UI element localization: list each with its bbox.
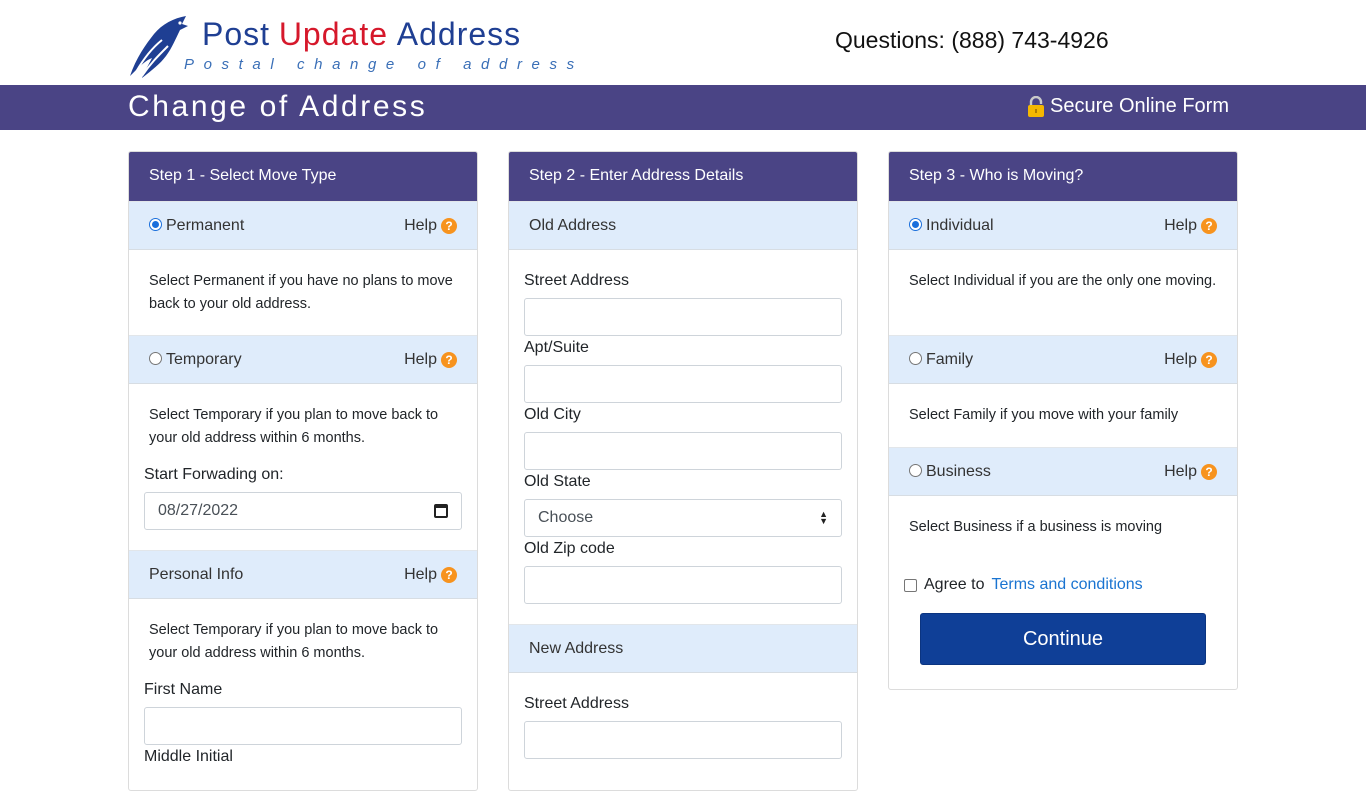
lock-icon [1028,95,1045,117]
old-zip-input[interactable] [524,566,842,604]
temporary-radio[interactable] [149,352,162,365]
help-link-business[interactable]: Help ? [1164,463,1217,481]
help-icon: ? [441,566,457,583]
agree-text: Agree to [924,576,985,593]
old-state-label: Old State [524,473,591,490]
step1-title: Step 1 - Select Move Type [129,152,477,201]
business-label: Business [926,462,991,480]
option-permanent[interactable]: Permanent Help ? [129,201,477,250]
terms-agreement: Agree to Terms and conditions [904,576,1143,594]
business-description: Select Business if a business is moving [909,519,1163,535]
old-apt-input[interactable] [524,365,842,403]
terms-checkbox[interactable] [904,578,917,592]
help-label: Help [1164,216,1197,234]
business-radio[interactable] [909,464,922,477]
old-city-input[interactable] [524,432,842,470]
step3-title: Step 3 - Who is Moving? [889,152,1237,201]
logo-title: Post Update Address [202,16,521,53]
new-address-section: New Address [509,624,857,673]
option-business[interactable]: Business Help ? [889,447,1237,496]
help-icon: ? [1201,351,1217,368]
old-zip-label: Old Zip code [524,540,615,557]
logo-tagline: Postal change of address [184,56,584,73]
first-name-label: First Name [144,681,223,698]
individual-description: Select Individual if you are the only on… [909,273,1217,289]
help-link-temporary[interactable]: Help ? [404,351,457,369]
individual-label: Individual [926,216,994,234]
logo-word-address: Address [396,16,522,52]
help-label: Help [404,216,437,234]
page-banner: Change of Address Secure Online Form [0,85,1366,130]
old-city-label: Old City [524,406,581,423]
family-label: Family [926,350,974,368]
help-icon: ? [441,351,457,368]
first-name-input[interactable] [144,707,462,745]
secure-form-label: Secure Online Form [1050,95,1229,117]
help-label: Help [404,565,437,583]
old-address-label: Old Address [529,216,617,234]
personal-info-description: Select Temporary if you plan to move bac… [149,622,439,661]
new-street-input[interactable] [524,721,842,759]
calendar-icon[interactable] [434,504,448,518]
help-link-permanent[interactable]: Help ? [404,217,457,235]
logo-word-post: Post [202,16,271,52]
step1-card: Step 1 - Select Move Type Permanent Help… [128,151,478,791]
family-radio[interactable] [909,352,922,365]
old-address-section: Old Address [509,201,857,250]
secure-form-indicator: Secure Online Form [1026,95,1229,118]
permanent-label: Permanent [166,216,245,234]
logo-word-update: Update [278,16,388,52]
help-link-individual[interactable]: Help ? [1164,217,1217,235]
site-logo[interactable]: Post Update Address Postal change of add… [128,14,578,82]
temporary-description: Select Temporary if you plan to move bac… [149,407,439,446]
help-icon: ? [441,217,457,234]
start-forwarding-label: Start Forwading on: [144,466,284,483]
start-forwarding-date-input[interactable]: 08/27/2022 [144,492,462,530]
page-title: Change of Address [128,90,428,123]
personal-info-label: Personal Info [149,565,244,583]
old-street-label: Street Address [524,272,629,289]
middle-initial-label: Middle Initial [144,748,233,765]
start-forwarding-value: 08/27/2022 [158,502,239,519]
old-street-input[interactable] [524,298,842,336]
support-phone: Questions: (888) 743-4926 [835,27,1109,53]
step2-card: Step 2 - Enter Address Details Old Addre… [508,151,858,791]
personal-info-section: Personal Info Help ? [129,550,477,599]
help-label: Help [1164,462,1197,480]
help-link-family[interactable]: Help ? [1164,351,1217,369]
site-header: Post Update Address Postal change of add… [0,0,1366,85]
step3-card: Step 3 - Who is Moving? Individual Help … [888,151,1238,690]
individual-radio[interactable] [909,218,922,231]
old-state-select[interactable]: Choose ▲ ▼ [524,499,842,537]
temporary-label: Temporary [166,350,242,368]
help-label: Help [1164,350,1197,368]
old-apt-label: Apt/Suite [524,339,589,356]
help-icon: ? [1201,217,1217,234]
new-street-label: Street Address [524,695,629,712]
new-address-label: New Address [529,639,624,657]
permanent-description: Select Permanent if you have no plans to… [149,273,453,312]
select-arrows-icon: ▲ ▼ [819,509,828,526]
old-state-selected: Choose [538,509,594,526]
terms-link[interactable]: Terms and conditions [991,576,1142,594]
help-label: Help [404,350,437,368]
family-description: Select Family if you move with your fami… [909,407,1179,423]
option-family[interactable]: Family Help ? [889,335,1237,384]
help-link-personal-info[interactable]: Help ? [404,566,457,584]
option-temporary[interactable]: Temporary Help ? [129,335,477,384]
continue-button[interactable]: Continue [920,613,1206,665]
help-icon: ? [1201,463,1217,480]
permanent-radio[interactable] [149,218,162,231]
step2-title: Step 2 - Enter Address Details [509,152,857,201]
option-individual[interactable]: Individual Help ? [889,201,1237,250]
